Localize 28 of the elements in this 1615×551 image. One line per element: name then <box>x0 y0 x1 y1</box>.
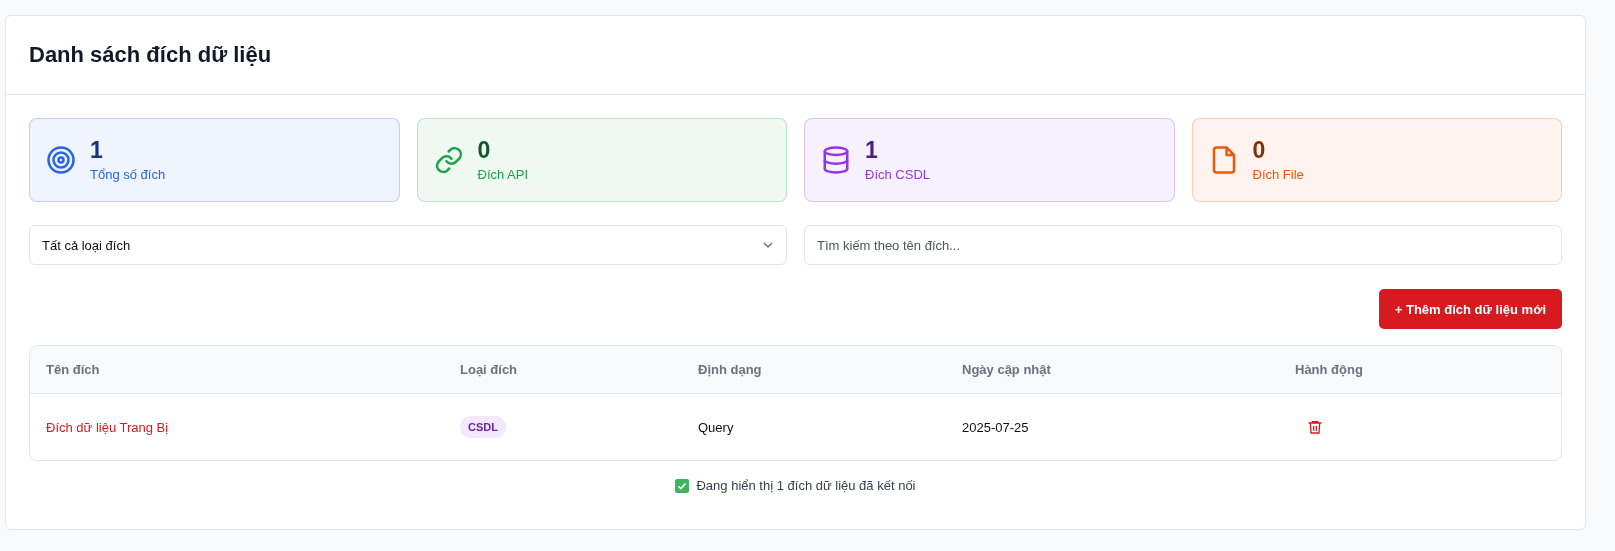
type-badge: CSDL <box>460 416 506 438</box>
stat-value: 0 <box>477 138 492 164</box>
chevron-down-icon <box>762 239 774 251</box>
column-header: Tên đích <box>46 362 101 377</box>
add-button[interactable]: + Thêm đích dữ liệu mới <box>1378 289 1562 329</box>
column-header: Hành động <box>1295 362 1364 377</box>
target-name-link[interactable]: Đích dữ liệu Trang Bị <box>46 419 460 435</box>
column-header: Định dạng <box>698 362 763 377</box>
page-title: Danh sách đích dữ liệu <box>29 42 272 68</box>
stat-label: Đích CSDL <box>865 166 931 182</box>
stat-value: 0 <box>1252 138 1267 164</box>
database-icon <box>821 145 851 175</box>
column-header: Loại đích <box>460 362 519 377</box>
search-field[interactable]: Tìm kiếm theo tên đích... <box>804 225 1562 265</box>
trash-icon[interactable] <box>1307 419 1323 435</box>
status-text: Đang hiển thị 1 đích dữ liệu đã kết nối <box>696 478 916 493</box>
stat-value: 1 <box>865 138 879 164</box>
checkbox-icon <box>675 478 690 493</box>
stat-label: Tổng số đích <box>90 166 166 182</box>
type-dropdown[interactable]: Tất cả loại đích <box>29 225 787 265</box>
stat-label: Đích API <box>477 166 529 182</box>
link-icon <box>433 145 464 175</box>
column-header: Ngày cập nhật <box>962 362 1052 377</box>
table-cell-text: 2025-07-25 <box>962 419 1030 435</box>
target-icon <box>46 145 76 175</box>
stat-label: Đích File <box>1252 166 1304 182</box>
table-cell-text: Query <box>698 419 735 435</box>
stat-value: 1 <box>90 138 104 164</box>
